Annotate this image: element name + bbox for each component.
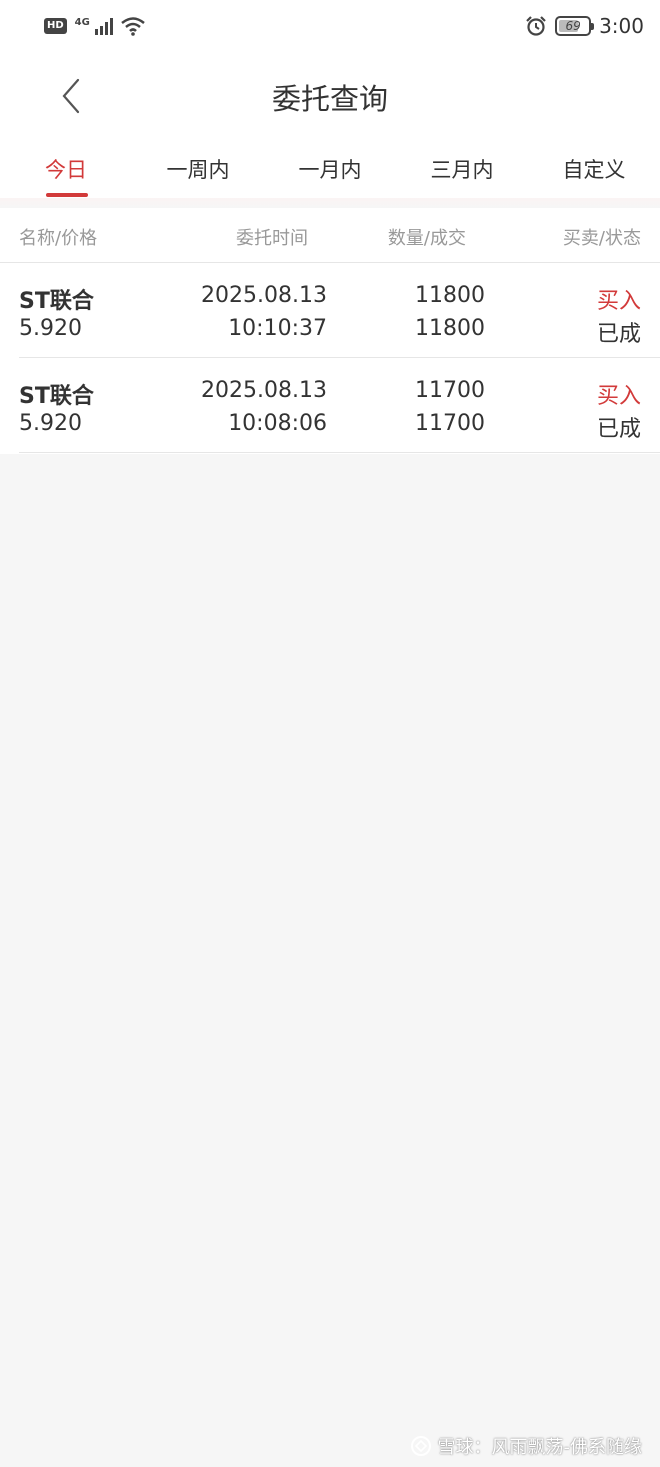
order-price: 5.920 [19,411,82,436]
alarm-icon [526,16,546,36]
tab-label: 今日 [45,158,87,182]
snowball-logo-icon [410,1436,431,1456]
wifi-icon [121,17,145,36]
watermark: 雪球：风雨飘荡-佛系随缘 [410,1433,643,1459]
battery-icon: 69 [555,16,595,36]
tab-underline [46,193,88,197]
status-bar: HD 4G 69 3:00 [0,0,660,56]
header: 委托查询 [0,56,660,136]
stock-name: ST联合 [19,384,94,409]
watermark-text: 雪球：风雨飘荡-佛系随缘 [437,1437,643,1458]
order-row[interactable]: ST联合 5.920 2025.08.13 10:10:37 11800 118… [19,263,660,358]
order-qty: 11700 [415,378,485,403]
tab-bar: 今日 一周内 一月内 三月内 自定义 [0,136,660,198]
orders-list: 名称/价格 委托时间 数量/成交 买卖/状态 ST联合 5.920 2025.0… [0,208,660,454]
col-qty: 数量/成交 [387,228,466,249]
order-side: 买入 [596,384,641,409]
network-type: 4G [74,16,90,28]
tab-label: 一周内 [166,158,230,182]
tab-month[interactable]: 一月内 [264,136,396,198]
page-title: 委托查询 [271,82,388,116]
order-time: 10:10:37 [228,316,327,341]
order-date: 2025.08.13 [201,283,327,308]
order-row[interactable]: ST联合 5.920 2025.08.13 10:08:06 11700 117… [19,358,660,453]
tab-label: 一月内 [298,158,362,182]
status-right: 69 3:00 [525,14,644,38]
filled-qty: 11800 [415,316,485,341]
battery-level: 69 [565,19,581,33]
tab-label: 自定义 [562,158,626,182]
tab-week[interactable]: 一周内 [132,136,264,198]
tabs-divider [0,198,660,208]
status-left: HD 4G [44,16,146,36]
stock-name: ST联合 [19,289,94,314]
col-name-price: 名称/价格 [19,228,98,249]
tab-today[interactable]: 今日 [0,136,132,198]
tab-label: 三月内 [430,158,494,182]
hd-badge: HD [44,18,67,34]
col-side-status: 买卖/状态 [562,228,641,249]
order-time: 10:08:06 [228,411,327,436]
order-side: 买入 [596,289,641,314]
filled-qty: 11700 [415,411,485,436]
order-status: 已成 [596,417,641,442]
order-date: 2025.08.13 [201,378,327,403]
order-price: 5.920 [19,316,82,341]
tab-custom[interactable]: 自定义 [528,136,660,198]
tab-three-months[interactable]: 三月内 [396,136,528,198]
order-status: 已成 [596,322,641,347]
col-time: 委托时间 [236,228,308,249]
column-header: 名称/价格 委托时间 数量/成交 买卖/状态 [0,208,660,263]
order-qty: 11800 [415,283,485,308]
clock: 3:00 [599,14,644,38]
signal-icon [94,18,113,35]
